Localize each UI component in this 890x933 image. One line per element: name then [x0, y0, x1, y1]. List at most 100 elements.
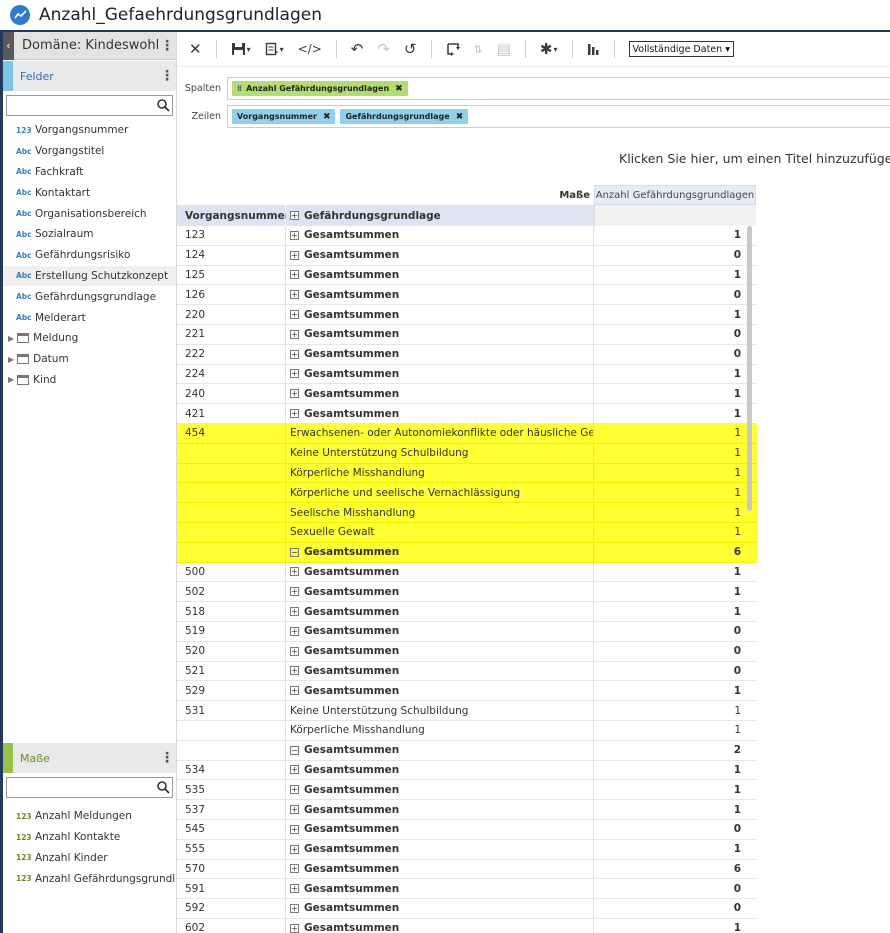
expand-icon[interactable]: + [290, 250, 299, 260]
vorgangsnummer-cell[interactable]: 240 [177, 384, 286, 404]
value-cell[interactable]: 1 [594, 404, 756, 423]
value-cell[interactable]: 1 [594, 701, 756, 720]
vorgangsnummer-cell[interactable]: 125 [177, 265, 286, 285]
value-cell[interactable]: 0 [594, 325, 756, 344]
collapse-chevron-icon[interactable]: ‹ [3, 31, 14, 60]
expand-icon[interactable]: + [290, 409, 299, 419]
vorgangsnummer-cell[interactable]: 454 [177, 423, 286, 443]
redo-icon[interactable]: ↷ [377, 40, 390, 58]
domain-menu-icon[interactable]: ⋮ [158, 38, 176, 54]
data-mode-select[interactable]: Vollständige Daten ▾ [628, 41, 734, 57]
expand-triangle-icon[interactable]: ▶ [8, 375, 14, 384]
vorgangsnummer-cell[interactable]: 124 [177, 245, 286, 265]
vorgangsnummer-cell[interactable]: 521 [177, 661, 286, 681]
gefaehrdungsgrundlage-cell[interactable]: + Gesamtsummen [286, 602, 594, 621]
expand-icon[interactable]: + [290, 587, 299, 597]
gefaehrdungsgrundlage-cell[interactable]: + Gesamtsummen [286, 621, 594, 641]
expand-icon[interactable]: + [290, 310, 299, 320]
gefaehrdungsgrundlage-cell[interactable]: + Gesamtsummen [286, 681, 594, 701]
expand-icon[interactable]: + [290, 230, 299, 240]
gefaehrdungsgrundlage-cell[interactable]: Körperliche und seelische Vernachlässigu… [286, 483, 594, 503]
vorgangsnummer-cell[interactable]: 592 [177, 899, 286, 918]
value-cell[interactable]: 1 [594, 840, 756, 859]
table-icon[interactable]: ▤ [497, 40, 511, 58]
gefaehrdungsgrundlage-cell[interactable]: + Gesamtsummen [286, 780, 594, 800]
value-cell[interactable]: 1 [594, 602, 756, 621]
rows-drop-zone[interactable]: Vorgangsnummer ✖ Gefährdungsgrundlage ✖ [227, 105, 890, 128]
value-cell[interactable]: 1 [594, 721, 756, 740]
gefaehrdungsgrundlage-cell[interactable]: − Gesamtsummen [286, 740, 594, 760]
measure-item[interactable]: 123 Anzahl Meldungen [3, 806, 176, 827]
expand-icon[interactable]: + [290, 666, 299, 676]
value-cell[interactable]: 1 [594, 800, 756, 819]
field-item[interactable]: Abc Vorgangstitel [3, 141, 176, 162]
expand-icon[interactable]: + [290, 626, 299, 636]
fields-search-input[interactable] [6, 95, 173, 116]
expand-icon[interactable]: + [290, 805, 299, 814]
remove-pill-icon[interactable]: ✖ [323, 112, 331, 122]
vorgangsnummer-cell[interactable]: 224 [177, 364, 286, 384]
expand-icon[interactable]: + [290, 607, 299, 617]
field-item[interactable]: Abc Sozialraum [3, 224, 176, 245]
vorgangsnummer-cell[interactable]: 535 [177, 780, 286, 800]
column-pill[interactable]: ⁞⁞ Anzahl Gefährdungsgrundlagen ✖ [232, 81, 408, 96]
value-cell[interactable]: 0 [594, 820, 756, 839]
field-item[interactable]: 123 Vorgangsnummer [3, 120, 176, 141]
vorgangsnummer-cell[interactable]: 126 [177, 285, 286, 305]
undo-icon[interactable]: ↶ [351, 40, 364, 58]
value-cell[interactable]: 1 [594, 780, 756, 799]
gefaehrdungsgrundlage-cell[interactable]: + Gesamtsummen [286, 582, 594, 602]
report-title-placeholder[interactable]: Klicken Sie hier, um einen Titel hinzuzu… [619, 151, 890, 166]
value-cell[interactable]: 0 [594, 622, 756, 641]
gefaehrdungsgrundlage-cell[interactable]: + Gesamtsummen [286, 859, 594, 879]
vorgangsnummer-cell[interactable]: 531 [177, 701, 286, 720]
gefaehrdungsgrundlage-cell[interactable]: − Gesamtsummen [286, 542, 594, 562]
gefaehrdungsgrundlage-cell[interactable]: + Gesamtsummen [286, 265, 594, 285]
vorgangsnummer-cell[interactable]: 222 [177, 344, 286, 364]
expand-triangle-icon[interactable]: ▶ [8, 355, 14, 364]
field-item[interactable]: Abc Gefährdungsgrundlage [3, 286, 176, 307]
field-item[interactable]: Abc Melderart [3, 307, 176, 328]
value-cell[interactable]: 0 [594, 345, 756, 364]
measures-search-input[interactable] [6, 777, 173, 798]
expand-icon[interactable]: + [290, 844, 299, 854]
vorgangsnummer-cell[interactable] [177, 542, 286, 562]
value-cell[interactable]: 6 [594, 860, 756, 879]
export-icon[interactable]: ▾ [265, 42, 284, 56]
expand-icon[interactable]: + [290, 290, 299, 300]
vorgangsnummer-cell[interactable]: 602 [177, 918, 286, 933]
table-scrollbar[interactable] [747, 226, 752, 511]
fields-menu-icon[interactable]: ⋮ [158, 68, 176, 84]
gefaehrdungsgrundlage-cell[interactable]: + Gesamtsummen [286, 562, 594, 582]
value-cell[interactable]: 1 [594, 226, 756, 245]
reset-icon[interactable]: ↺ [404, 40, 417, 58]
value-cell[interactable]: 0 [594, 246, 756, 265]
gefaehrdungsgrundlage-cell[interactable]: Erwachsenen- oder Autonomiekonflikte ode… [286, 423, 594, 443]
code-icon[interactable]: </> [298, 42, 322, 56]
vorgangsnummer-cell[interactable]: 545 [177, 819, 286, 839]
expand-icon[interactable]: + [290, 923, 299, 933]
expand-all-icon[interactable]: + [290, 211, 299, 220]
vorgangsnummer-cell[interactable]: 519 [177, 621, 286, 641]
gefaehrdungsgrundlage-cell[interactable]: + Gesamtsummen [286, 324, 594, 344]
expand-icon[interactable]: + [290, 686, 299, 696]
gefaehrdungsgrundlage-cell[interactable]: Körperliche Misshandlung [286, 463, 594, 483]
value-cell[interactable]: 1 [594, 444, 756, 463]
gefaehrdungsgrundlage-cell[interactable]: + Gesamtsummen [286, 384, 594, 404]
field-item[interactable]: Abc Organisationsbereich [3, 203, 176, 224]
remove-pill-icon[interactable]: ✖ [456, 112, 464, 122]
gefaehrdungsgrundlage-cell[interactable]: Sexuelle Gewalt [286, 522, 594, 542]
remove-pill-icon[interactable]: ✖ [395, 84, 403, 94]
measures-menu-icon[interactable]: ⋮ [158, 750, 176, 766]
expand-icon[interactable]: + [290, 369, 299, 379]
vorgangsnummer-cell[interactable]: 520 [177, 641, 286, 661]
vorgangsnummer-cell[interactable] [177, 463, 286, 483]
vorgangsnummer-cell[interactable] [177, 522, 286, 542]
value-cell[interactable]: 1 [594, 384, 756, 403]
vorgangsnummer-cell[interactable]: 221 [177, 324, 286, 344]
value-cell[interactable]: 1 [594, 365, 756, 384]
measure-item[interactable]: 123 Anzahl Kinder [3, 848, 176, 869]
field-item[interactable]: Abc Gefährdungsrisiko [3, 245, 176, 266]
expand-icon[interactable]: + [290, 824, 299, 834]
vorgangsnummer-cell[interactable] [177, 720, 286, 740]
